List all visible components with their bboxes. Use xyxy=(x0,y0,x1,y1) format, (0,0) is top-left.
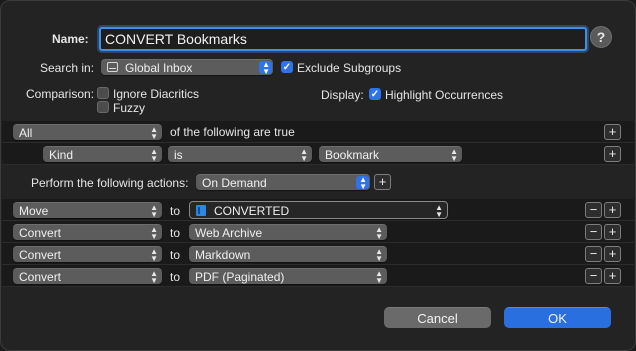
action-value: Convert xyxy=(19,226,62,240)
destination-group-value: CONVERTED xyxy=(214,204,290,218)
chevron-updown-icon: ▲ ▼ xyxy=(359,175,367,191)
match-popup[interactable]: All ▲ ▼ xyxy=(13,124,162,141)
search-in-label: Search in: xyxy=(40,61,95,75)
condition-value-value: Bookmark xyxy=(325,148,380,162)
help-button[interactable]: ? xyxy=(590,26,612,48)
remove-action-button[interactable]: − xyxy=(585,268,602,284)
chevron-updown-icon: ▲ ▼ xyxy=(450,147,458,163)
comparison-label: Comparison: xyxy=(26,87,95,101)
remove-action-button[interactable]: − xyxy=(585,202,602,218)
action-popup[interactable]: Convert ▲ ▼ xyxy=(13,268,162,285)
action-value: Convert xyxy=(19,270,62,284)
add-condition-group-button[interactable]: + xyxy=(604,124,621,140)
search-in-popup[interactable]: Global Inbox ▲ ▼ xyxy=(101,59,273,76)
condition-operator-value: is xyxy=(174,148,183,162)
format-popup[interactable]: PDF (Paginated) ▲ ▼ xyxy=(189,268,387,285)
chevron-updown-icon: ▲ ▼ xyxy=(375,269,383,285)
match-suffix-label: of the following are true xyxy=(170,125,295,139)
action-popup[interactable]: Convert ▲ ▼ xyxy=(13,246,162,263)
name-label: Name: xyxy=(52,32,89,46)
add-trigger-button[interactable]: + xyxy=(374,174,391,190)
condition-field-value: Kind xyxy=(49,148,74,162)
name-field-value: CONVERT Bookmarks xyxy=(105,31,247,47)
add-action-button[interactable]: + xyxy=(604,224,621,240)
chevron-updown-icon: ▲ ▼ xyxy=(150,125,158,141)
perform-when-value: On Demand xyxy=(202,176,267,190)
chevron-updown-icon: ▲ ▼ xyxy=(375,247,383,263)
chevron-updown-icon: ▲ ▼ xyxy=(150,247,158,263)
add-action-button[interactable]: + xyxy=(604,268,621,284)
action-value: Convert xyxy=(19,248,62,262)
smart-rule-dialog: Name: CONVERT Bookmarks ? Search in: Glo… xyxy=(0,0,636,351)
condition-value-popup[interactable]: Bookmark ▲ ▼ xyxy=(319,146,462,163)
to-label: to xyxy=(170,226,181,240)
name-field[interactable]: CONVERT Bookmarks xyxy=(99,27,587,51)
remove-action-button[interactable]: − xyxy=(585,224,602,240)
chevron-updown-icon: ▲ ▼ xyxy=(300,147,308,163)
chevron-updown-icon: ▲ ▼ xyxy=(150,269,158,285)
fuzzy-label: Fuzzy xyxy=(113,101,146,115)
cancel-button[interactable]: Cancel xyxy=(384,307,491,328)
inbox-icon xyxy=(107,62,118,72)
to-label: to xyxy=(170,204,181,218)
format-value: PDF (Paginated) xyxy=(195,270,285,284)
exclude-subgroups-label: Exclude Subgroups xyxy=(297,61,402,75)
chevron-updown-icon: ▲ ▼ xyxy=(375,225,383,241)
chevron-updown-icon: ▲ ▼ xyxy=(262,60,270,76)
ignore-diacritics-checkbox[interactable] xyxy=(97,87,109,99)
add-condition-button[interactable]: + xyxy=(604,146,621,162)
remove-action-button[interactable]: − xyxy=(585,246,602,262)
add-action-button[interactable]: + xyxy=(604,246,621,262)
to-label: to xyxy=(170,248,181,262)
ok-button[interactable]: OK xyxy=(504,307,611,328)
chevron-updown-icon: ▲ ▼ xyxy=(150,147,158,163)
display-label: Display: xyxy=(321,88,364,102)
add-action-button[interactable]: + xyxy=(604,202,621,218)
action-popup[interactable]: Move ▲ ▼ xyxy=(13,202,162,219)
action-value: Move xyxy=(19,204,49,218)
highlight-occurrences-checkbox[interactable]: ✓ xyxy=(369,88,381,100)
folder-icon xyxy=(196,205,206,216)
chevron-updown-icon: ▲ ▼ xyxy=(150,225,158,241)
action-popup[interactable]: Convert ▲ ▼ xyxy=(13,224,162,241)
chevron-updown-icon: ▲ ▼ xyxy=(150,203,158,219)
perform-when-popup[interactable]: On Demand ▲ ▼ xyxy=(196,174,370,191)
fuzzy-checkbox[interactable] xyxy=(97,101,109,113)
search-in-value: Global Inbox xyxy=(125,61,193,75)
destination-group-popup[interactable]: CONVERTED ▲ ▼ xyxy=(189,201,448,219)
format-popup[interactable]: Markdown ▲ ▼ xyxy=(189,246,387,263)
highlight-occurrences-label: Highlight Occurrences xyxy=(385,88,504,102)
perform-actions-label: Perform the following actions: xyxy=(31,176,189,190)
format-value: Markdown xyxy=(195,248,251,262)
condition-field-popup[interactable]: Kind ▲ ▼ xyxy=(43,146,162,163)
format-popup[interactable]: Web Archive ▲ ▼ xyxy=(189,224,387,241)
format-value: Web Archive xyxy=(195,226,263,240)
chevron-updown-icon: ▲ ▼ xyxy=(435,203,443,219)
to-label: to xyxy=(170,270,181,284)
condition-operator-popup[interactable]: is ▲ ▼ xyxy=(168,146,312,163)
match-value: All xyxy=(19,126,33,140)
exclude-subgroups-checkbox[interactable]: ✓ xyxy=(281,61,293,73)
